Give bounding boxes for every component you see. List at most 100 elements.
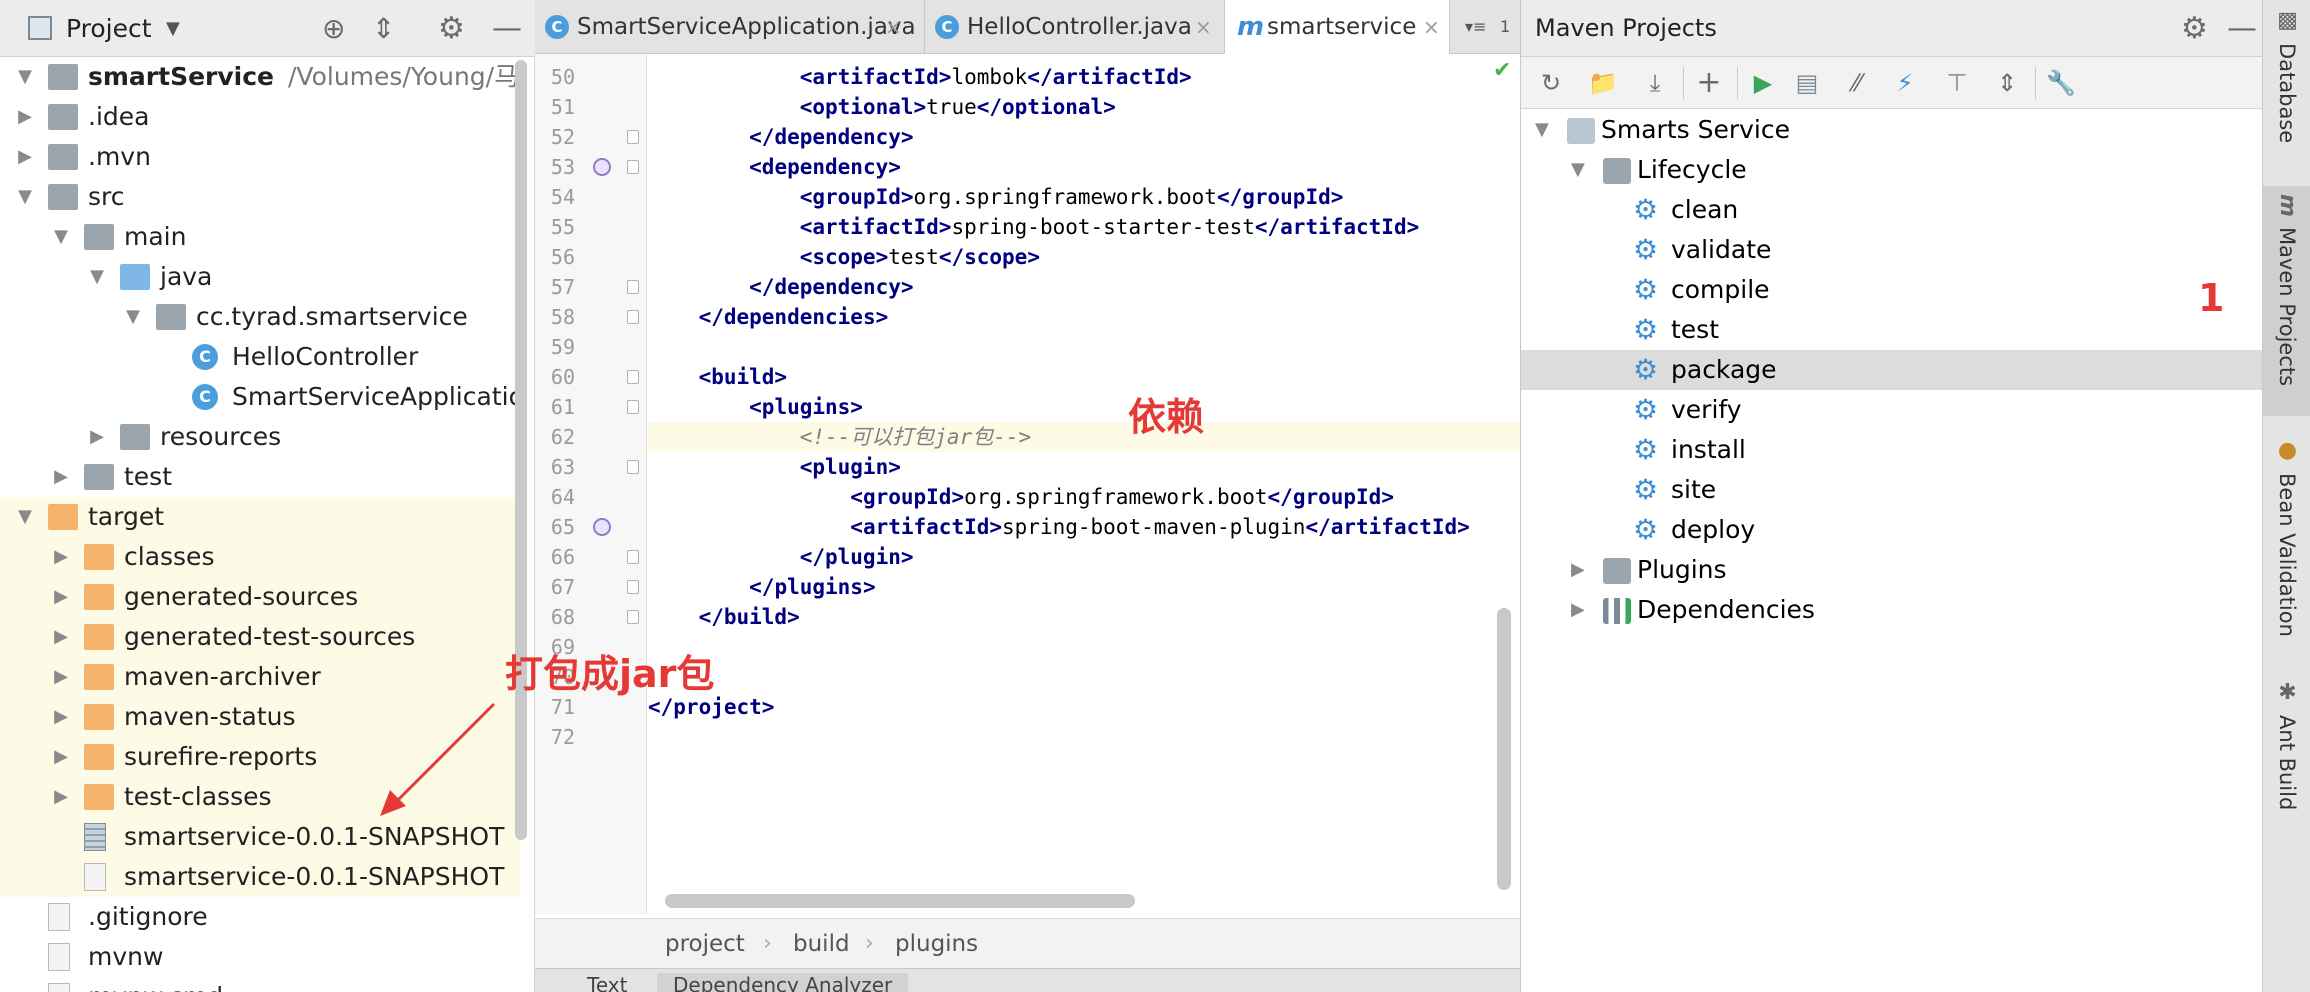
download-icon[interactable]: ⤓ <box>1637 65 1673 101</box>
tree-item[interactable]: mvnw.cmd <box>0 977 520 992</box>
code-line[interactable]: <plugins> <box>648 392 1520 422</box>
chevron-right-icon[interactable]: ▶ <box>50 697 72 737</box>
chevron-right-icon[interactable]: ▶ <box>14 137 36 177</box>
lifecycle-phase-deploy[interactable]: ⚙ deploy <box>1521 510 2263 550</box>
override-marker-icon[interactable] <box>593 518 611 536</box>
chevron-down-icon[interactable]: ▼ <box>50 217 72 257</box>
project-scrollbar[interactable] <box>515 60 527 840</box>
show-dependencies-icon[interactable]: ⊤ <box>1939 65 1975 101</box>
fold-marker-icon[interactable] <box>627 160 639 174</box>
code-line[interactable] <box>648 332 1520 362</box>
lifecycle-phase-validate[interactable]: ⚙ validate <box>1521 230 2263 270</box>
inspection-ok-icon[interactable]: ✔ <box>1493 58 1511 83</box>
close-icon[interactable]: × <box>885 0 902 54</box>
code-line[interactable]: <groupId>org.springframework.boot</group… <box>648 482 1520 512</box>
project-panel-title[interactable]: Project <box>66 0 152 57</box>
code-line[interactable]: </project> <box>648 692 1520 722</box>
tab-overflow-count[interactable]: 1 <box>1500 0 1510 54</box>
tab-text[interactable]: Text <box>587 973 627 992</box>
fold-marker-icon[interactable] <box>627 280 639 294</box>
chevron-right-icon[interactable]: ▶ <box>50 457 72 497</box>
tree-item[interactable]: mvnw <box>0 937 520 977</box>
lifecycle-phase-clean[interactable]: ⚙ clean <box>1521 190 2263 230</box>
code-line[interactable]: <dependency> <box>648 152 1520 182</box>
settings-gear-icon[interactable]: ⚙ <box>2181 0 2208 57</box>
override-marker-icon[interactable] <box>593 158 611 176</box>
code-line[interactable]: <optional>true</optional> <box>648 92 1520 122</box>
chevron-right-icon[interactable]: ▶ <box>50 777 72 817</box>
code-line[interactable]: </dependencies> <box>648 302 1520 332</box>
horizontal-scrollbar[interactable] <box>665 894 1135 908</box>
close-icon[interactable]: × <box>1195 0 1212 54</box>
locate-icon[interactable]: ⊕ <box>322 0 345 57</box>
tree-item[interactable]: ▼ target <box>0 497 520 537</box>
chevron-down-icon[interactable]: ▼ <box>86 257 108 297</box>
vertical-scrollbar[interactable] <box>1497 608 1511 890</box>
skip-tests-icon[interactable]: ⚡ <box>1887 65 1923 101</box>
tree-item[interactable]: ▼ smartService/Volumes/Young/马甲 <box>0 57 520 97</box>
code-area[interactable]: <artifactId>lombok</artifactId> <optiona… <box>648 54 1520 914</box>
tree-item[interactable]: ▶ resources <box>0 417 520 457</box>
close-icon[interactable]: × <box>1423 0 1440 54</box>
tab-hellocontroller[interactable]: C HelloController.java × <box>925 0 1225 54</box>
tool-window-ant-build[interactable]: ✱ Ant Build <box>2263 672 2310 822</box>
tree-item[interactable]: ▶ generated-sources <box>0 577 520 617</box>
tool-window-bean-validation[interactable]: ● Bean Validation <box>2263 430 2310 660</box>
code-line[interactable]: </plugins> <box>648 572 1520 602</box>
collapse-all-icon[interactable]: ⇕ <box>372 0 395 57</box>
maven-root[interactable]: ▼ Smarts Service <box>1521 110 2263 150</box>
chevron-right-icon[interactable]: ▶ <box>50 577 72 617</box>
tree-item[interactable]: .gitignore <box>0 897 520 937</box>
code-line[interactable]: <scope>test</scope> <box>648 242 1520 272</box>
chevron-right-icon[interactable]: ▶ <box>50 617 72 657</box>
code-line[interactable]: <!--可以打包jar包--> <box>648 422 1520 452</box>
tab-smartservice-pom[interactable]: m smartservice × <box>1225 0 1450 54</box>
tree-item[interactable]: ▶ test <box>0 457 520 497</box>
fold-marker-icon[interactable] <box>627 130 639 144</box>
lifecycle-phase-site[interactable]: ⚙ site <box>1521 470 2263 510</box>
maven-lifecycle[interactable]: ▼ Lifecycle <box>1521 150 2263 190</box>
code-line[interactable]: <build> <box>648 362 1520 392</box>
tree-item[interactable]: ▶ generated-test-sources <box>0 617 520 657</box>
chevron-down-icon[interactable]: ▼ <box>1535 110 1549 150</box>
code-line[interactable] <box>648 662 1520 692</box>
reimport-icon[interactable]: ↻ <box>1533 65 1569 101</box>
code-line[interactable]: <artifactId>spring-boot-maven-plugin</ar… <box>648 512 1520 542</box>
tool-window-maven-projects[interactable]: m Maven Projects <box>2263 186 2310 416</box>
maven-plugins[interactable]: ▶ Plugins <box>1521 550 2263 590</box>
hide-panel-icon[interactable]: — <box>492 0 522 57</box>
chevron-right-icon[interactable]: ▶ <box>50 537 72 577</box>
code-line[interactable] <box>648 722 1520 752</box>
settings-gear-icon[interactable]: ⚙ <box>438 0 465 57</box>
breadcrumb-plugins[interactable]: plugins <box>895 919 978 969</box>
tab-overflow-icon[interactable]: ▾≡ <box>1465 0 1486 54</box>
generate-sources-icon[interactable]: 📁 <box>1585 65 1621 101</box>
tree-item[interactable]: ▼ src <box>0 177 520 217</box>
breadcrumb-build[interactable]: build <box>793 919 850 969</box>
code-line[interactable]: <artifactId>lombok</artifactId> <box>648 62 1520 92</box>
chevron-right-icon[interactable]: ▶ <box>50 657 72 697</box>
chevron-right-icon[interactable]: ▶ <box>86 417 108 457</box>
chevron-right-icon[interactable]: ▶ <box>50 737 72 777</box>
chevron-right-icon[interactable]: ▶ <box>1571 550 1585 590</box>
tab-dependency-analyzer[interactable]: Dependency Analyzer <box>657 973 909 992</box>
tree-item[interactable]: ▶ maven-archiver <box>0 657 520 697</box>
chevron-down-icon[interactable]: ▼ <box>14 497 36 537</box>
tree-item[interactable]: ▶ .mvn <box>0 137 520 177</box>
toggle-offline-icon[interactable]: ⁄⁄ <box>1839 65 1875 101</box>
run-icon[interactable]: ▶ <box>1745 65 1781 101</box>
chevron-down-icon[interactable]: ▼ <box>14 177 36 217</box>
lifecycle-phase-verify[interactable]: ⚙ verify <box>1521 390 2263 430</box>
breadcrumb-project[interactable]: project <box>665 919 745 969</box>
wrench-icon[interactable]: 🔧 <box>2043 65 2079 101</box>
run-config-icon[interactable]: ▤ <box>1789 65 1825 101</box>
fold-marker-icon[interactable] <box>627 370 639 384</box>
fold-marker-icon[interactable] <box>627 580 639 594</box>
code-line[interactable]: </plugin> <box>648 542 1520 572</box>
fold-marker-icon[interactable] <box>627 550 639 564</box>
tree-item[interactable]: smartservice-0.0.1-SNAPSHOT <box>0 817 520 857</box>
fold-marker-icon[interactable] <box>627 460 639 474</box>
lifecycle-phase-compile[interactable]: ⚙ compile <box>1521 270 2263 310</box>
tree-item[interactable]: ▼ main <box>0 217 520 257</box>
view-dropdown-icon[interactable]: ▼ <box>166 0 180 57</box>
